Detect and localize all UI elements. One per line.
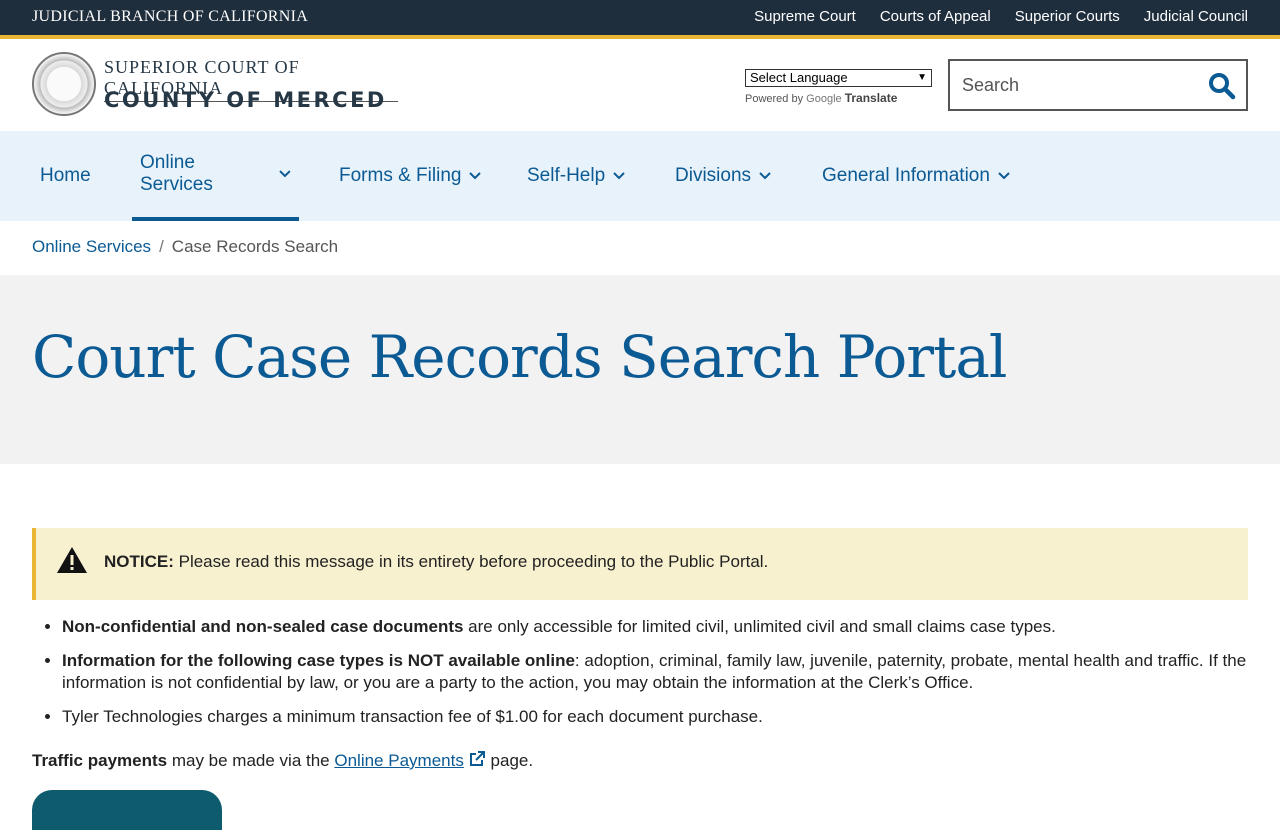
powered-by-label: Powered by bbox=[745, 93, 804, 105]
online-payments-link[interactable]: Online Payments bbox=[334, 751, 463, 770]
breadcrumb-current: Case Records Search bbox=[171, 237, 339, 256]
warning-icon bbox=[56, 546, 88, 579]
site-header: SUPERIOR COURT OF CALIFORNIA COUNTY OF M… bbox=[0, 39, 1280, 131]
notice-label: NOTICE: bbox=[104, 552, 174, 571]
nav-item-label: Divisions bbox=[675, 165, 752, 186]
page-hero: Court Case Records Search Portal bbox=[0, 275, 1280, 464]
search-box[interactable]: Search bbox=[948, 59, 1248, 111]
info-list: Non-confidential and non-sealed case doc… bbox=[32, 616, 1252, 740]
search-input[interactable]: Search bbox=[962, 75, 1019, 96]
main-nav: Home Online Services Forms & Filing Self… bbox=[0, 131, 1280, 221]
traffic-text1: may be made via the bbox=[167, 751, 335, 770]
list-item: Information for the following case types… bbox=[62, 650, 1252, 694]
list-item-bold: Information for the following case types… bbox=[62, 651, 575, 670]
chevron-down-icon bbox=[759, 172, 771, 180]
court-name-line2[interactable]: COUNTY OF MERCED bbox=[104, 88, 387, 112]
top-links: Supreme Court Courts of Appeal Superior … bbox=[754, 8, 1248, 25]
court-seal-logo[interactable] bbox=[32, 52, 96, 116]
portal-button[interactable] bbox=[32, 790, 222, 830]
chevron-down-icon bbox=[613, 172, 625, 180]
language-select-value: Select Language bbox=[750, 70, 848, 85]
list-item: Non-confidential and non-sealed case doc… bbox=[62, 616, 1252, 638]
notice-text: NOTICE: Please read this message in its … bbox=[104, 552, 768, 572]
chevron-down-icon: ▼ bbox=[917, 72, 927, 83]
chevron-down-icon bbox=[998, 172, 1010, 180]
list-item-bold: Non-confidential and non-sealed case doc… bbox=[62, 617, 464, 636]
google-translate-credit: Powered by Google Translate bbox=[745, 91, 897, 105]
nav-item-label: Forms & Filing bbox=[339, 165, 462, 186]
external-link-icon[interactable] bbox=[468, 750, 486, 773]
nav-item-online-services[interactable]: Online Services bbox=[132, 131, 299, 221]
nav-item-general-information[interactable]: General Information bbox=[814, 131, 1018, 221]
top-bar: JUDICIAL BRANCH OF CALIFORNIA Supreme Co… bbox=[0, 0, 1280, 39]
nav-item-home[interactable]: Home bbox=[32, 131, 99, 221]
nav-item-label: Home bbox=[40, 165, 91, 186]
breadcrumb-online-services[interactable]: Online Services bbox=[32, 237, 151, 256]
nav-item-self-help[interactable]: Self-Help bbox=[519, 131, 633, 221]
traffic-label: Traffic payments bbox=[32, 751, 168, 770]
top-link-courts-of-appeal[interactable]: Courts of Appeal bbox=[880, 8, 991, 25]
chevron-down-icon bbox=[279, 170, 291, 178]
list-item-text: Tyler Technologies charges a minimum tra… bbox=[62, 707, 763, 726]
breadcrumb-separator: / bbox=[159, 237, 164, 256]
translate-link[interactable]: Translate bbox=[845, 91, 898, 105]
search-icon[interactable] bbox=[1208, 72, 1236, 105]
traffic-payments-text: Traffic payments may be made via the Onl… bbox=[32, 750, 533, 773]
list-item-text: are only accessible for limited civil, u… bbox=[463, 617, 1056, 636]
google-label: Google bbox=[806, 93, 842, 105]
nav-item-label: Self-Help bbox=[527, 165, 606, 186]
nav-item-label: Online Services bbox=[140, 152, 213, 195]
top-link-superior-courts[interactable]: Superior Courts bbox=[1015, 8, 1120, 25]
page-title: Court Case Records Search Portal bbox=[32, 323, 1007, 391]
top-link-supreme-court[interactable]: Supreme Court bbox=[754, 8, 856, 25]
notice-message: Please read this message in its entirety… bbox=[173, 552, 769, 571]
top-link-judicial-council[interactable]: Judicial Council bbox=[1144, 8, 1248, 25]
nav-item-forms-filing[interactable]: Forms & Filing bbox=[331, 131, 489, 221]
traffic-text2: page. bbox=[485, 751, 534, 770]
judicial-branch-label[interactable]: JUDICIAL BRANCH OF CALIFORNIA bbox=[32, 8, 308, 26]
nav-item-divisions[interactable]: Divisions bbox=[667, 131, 779, 221]
language-select[interactable]: Select Language ▼ bbox=[745, 69, 932, 87]
nav-item-label: General Information bbox=[822, 165, 990, 186]
chevron-down-icon bbox=[469, 172, 482, 180]
list-item: Tyler Technologies charges a minimum tra… bbox=[62, 706, 1252, 728]
notice-banner: NOTICE: Please read this message in its … bbox=[32, 528, 1248, 600]
breadcrumb: Online Services / Case Records Search bbox=[32, 237, 338, 257]
